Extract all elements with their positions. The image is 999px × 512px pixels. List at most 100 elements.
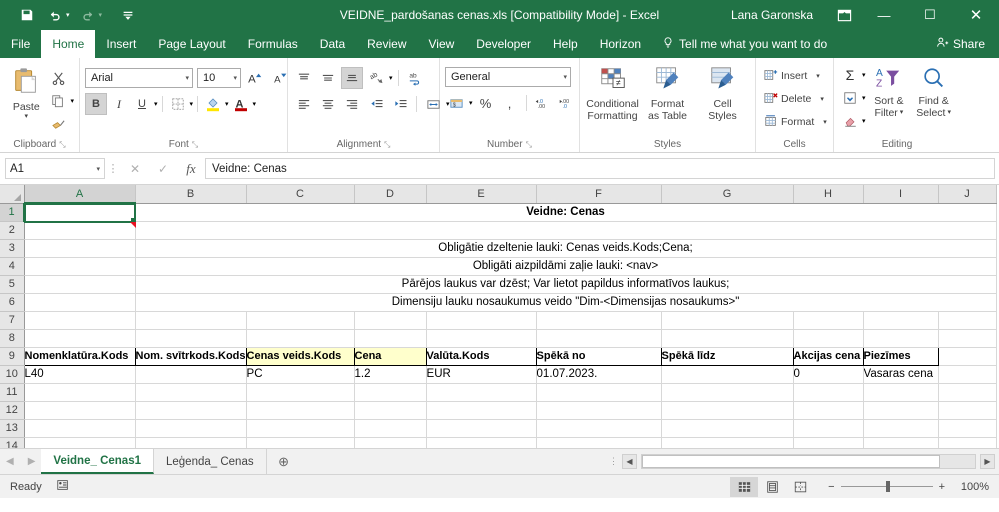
cell-i10[interactable]: Vasaras cena [863,365,939,384]
scroll-right-button[interactable]: ▶ [980,454,995,469]
cell-g7[interactable] [661,311,794,330]
ribbon-tab-page-layout[interactable]: Page Layout [147,30,236,58]
cell-b4-merged-note[interactable]: Obligāti aizpildāmi zaļie lauki: <nav> [135,257,997,276]
cell-f10[interactable]: 01.07.2023. [536,365,662,384]
cell-e12[interactable] [426,401,537,420]
underline-dropdown-icon[interactable]: ▾ [154,100,158,108]
font-size-dropdown-icon[interactable]: ▾ [229,74,237,82]
cell-b6-merged-note[interactable]: Dimensiju lauku nosaukumus veido "Dim-<D… [135,293,997,312]
cell-d11[interactable] [354,383,427,402]
cell-j7[interactable] [938,311,997,330]
maximize-button[interactable]: ☐ [907,0,953,30]
clipboard-dialog-launcher-icon[interactable]: ⤡ [59,140,65,150]
cell-styles-button[interactable]: Cell Styles [697,63,749,124]
cell-h10[interactable]: 0 [793,365,864,384]
cell-b9-header[interactable]: Nom. svītrkods.Kods [134,346,247,366]
zoom-slider[interactable]: − + [828,481,945,493]
cell-a9-header[interactable]: Nomenklatūra.Kods [23,346,136,366]
bottom-align-button[interactable] [341,67,363,89]
cell-e13[interactable] [426,419,537,438]
accounting-format-button[interactable]: $ [445,92,467,114]
number-format-combo[interactable]: General ▾ [445,67,571,87]
cell-b7[interactable] [135,311,247,330]
row-header-10[interactable]: 10 [0,365,25,384]
align-right-button[interactable] [341,93,363,115]
paste-dropdown-icon[interactable]: ▾ [24,113,28,121]
ribbon-tab-insert[interactable]: Insert [95,30,147,58]
sort-filter-dropdown-icon[interactable]: ▾ [900,109,904,117]
row-header-6[interactable]: 6 [0,293,25,312]
cell-e11[interactable] [426,383,537,402]
row-header-11[interactable]: 11 [0,383,25,402]
cell-b2-merged[interactable] [135,221,997,240]
scroll-thumb[interactable] [642,455,940,468]
zoom-level[interactable]: 100% [955,481,989,493]
prev-sheet-icon[interactable]: ◀ [6,456,14,467]
font-color-button[interactable]: A [230,93,252,115]
cell-c10[interactable]: PC [246,365,355,384]
insert-dropdown-icon[interactable]: ▾ [810,72,820,80]
alignment-dialog-launcher-icon[interactable]: ⤡ [384,140,390,150]
cell-a7[interactable] [24,311,136,330]
column-header-a[interactable]: A [24,185,136,204]
cell-h7[interactable] [793,311,864,330]
cell-b14[interactable] [135,437,247,448]
cell-j11[interactable] [938,383,997,402]
orientation-dropdown-icon[interactable]: ▾ [389,74,393,82]
page-layout-view-icon[interactable] [758,477,786,497]
cell-f12[interactable] [536,401,662,420]
cell-a13[interactable] [24,419,136,438]
worksheet-grid[interactable]: A B C D E F G H I J 1 Veidne: Cenas 2 3 … [0,185,999,448]
fill-color-button[interactable] [202,93,224,115]
cell-b8[interactable] [135,329,247,348]
cell-e10[interactable]: EUR [426,365,537,384]
select-all-corner[interactable] [0,185,25,204]
row-header-1[interactable]: 1 [0,203,25,222]
save-icon[interactable] [14,4,40,26]
cell-e8[interactable] [426,329,537,348]
cell-d13[interactable] [354,419,427,438]
cell-g9-header[interactable]: Spēkā līdz [660,346,794,366]
undo-dropdown-icon[interactable]: ▾ [66,11,73,19]
top-align-button[interactable] [293,67,315,89]
cell-f8[interactable] [536,329,662,348]
increase-indent-button[interactable] [389,93,411,115]
ribbon-tab-data[interactable]: Data [309,30,356,58]
find-select-dropdown-icon[interactable]: ▾ [947,109,951,117]
cell-d8[interactable] [354,329,427,348]
copy-dropdown-icon[interactable]: ▾ [70,97,74,105]
bold-button[interactable]: B [85,93,107,115]
fill-dropdown-icon[interactable]: ▾ [862,94,866,102]
cell-b11[interactable] [135,383,247,402]
cell-a10[interactable]: L40 [24,365,136,384]
format-as-table-button[interactable]: Format as Table [642,63,694,124]
cell-c14[interactable] [246,437,355,448]
underline-button[interactable]: U [131,93,153,115]
row-header-8[interactable]: 8 [0,329,25,348]
delete-dropdown-icon[interactable]: ▾ [814,95,824,103]
comma-style-button[interactable]: , [499,92,521,114]
close-button[interactable]: ✕ [953,0,999,30]
sheet-tab-veidne-cenas1[interactable]: Veidne_ Cenas1 [41,449,154,474]
zoom-in-button[interactable]: + [939,481,945,493]
grow-font-button[interactable]: A [245,67,267,89]
row-header-13[interactable]: 13 [0,419,25,438]
column-header-h[interactable]: H [793,185,864,204]
decrease-indent-button[interactable] [365,93,387,115]
cell-g13[interactable] [661,419,794,438]
font-name-dropdown-icon[interactable]: ▾ [181,74,189,82]
zoom-out-button[interactable]: − [828,481,834,493]
cell-a2[interactable] [24,221,136,240]
percent-style-button[interactable]: % [475,92,497,114]
cell-b13[interactable] [135,419,247,438]
borders-button[interactable] [167,93,189,115]
column-header-b[interactable]: B [135,185,247,204]
column-header-j[interactable]: J [938,185,997,204]
row-header-9[interactable]: 9 [0,347,25,366]
cell-h8[interactable] [793,329,864,348]
cell-j9[interactable] [938,347,997,366]
sort-filter-button[interactable]: A Z Sort & Filter ▾ [868,64,911,121]
format-painter-button[interactable] [47,113,69,135]
increase-decimal-button[interactable]: .0.00 [532,92,554,114]
ribbon-tab-review[interactable]: Review [356,30,417,58]
